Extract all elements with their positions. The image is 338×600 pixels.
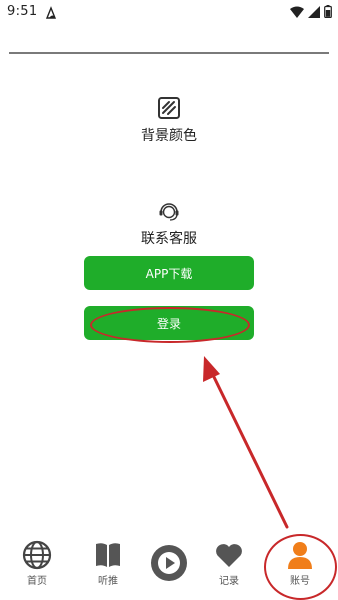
background-color-label: 背景颜色 <box>141 128 197 144</box>
palette-icon <box>157 96 181 120</box>
nav-label-listen: 听推 <box>98 576 118 587</box>
login-button[interactable]: 登录 <box>84 306 254 340</box>
app-notification-icon <box>44 5 58 19</box>
nav-item-play[interactable] <box>139 540 199 582</box>
battery-icon <box>324 3 332 22</box>
globe-icon <box>22 540 52 570</box>
app-download-button[interactable]: APP下载 <box>84 256 254 290</box>
bottom-navigation: 首页 听推 记录 账号 <box>0 540 338 600</box>
play-icon <box>150 544 188 582</box>
top-divider <box>9 52 329 54</box>
nav-item-records[interactable]: 记录 <box>199 540 259 587</box>
nav-label-account: 账号 <box>290 576 310 587</box>
contact-support-item[interactable]: 联系客服 <box>0 201 338 248</box>
heart-icon <box>214 540 244 570</box>
nav-item-account[interactable]: 账号 <box>270 540 330 587</box>
nav-item-home[interactable]: 首页 <box>7 540 67 587</box>
headset-icon <box>157 201 181 223</box>
contact-support-label: 联系客服 <box>141 231 197 247</box>
background-color-item[interactable]: 背景颜色 <box>0 96 338 145</box>
status-icons <box>290 3 332 22</box>
book-icon <box>93 540 123 570</box>
person-icon <box>285 540 315 570</box>
annotation-arrow <box>203 356 289 529</box>
nav-label-records: 记录 <box>219 576 239 587</box>
signal-icon <box>308 3 320 22</box>
status-time: 9:51 <box>7 4 38 19</box>
nav-item-listen[interactable]: 听推 <box>78 540 138 587</box>
wifi-icon <box>290 3 304 22</box>
status-bar: 9:51 <box>0 0 338 26</box>
nav-label-home: 首页 <box>27 576 47 587</box>
